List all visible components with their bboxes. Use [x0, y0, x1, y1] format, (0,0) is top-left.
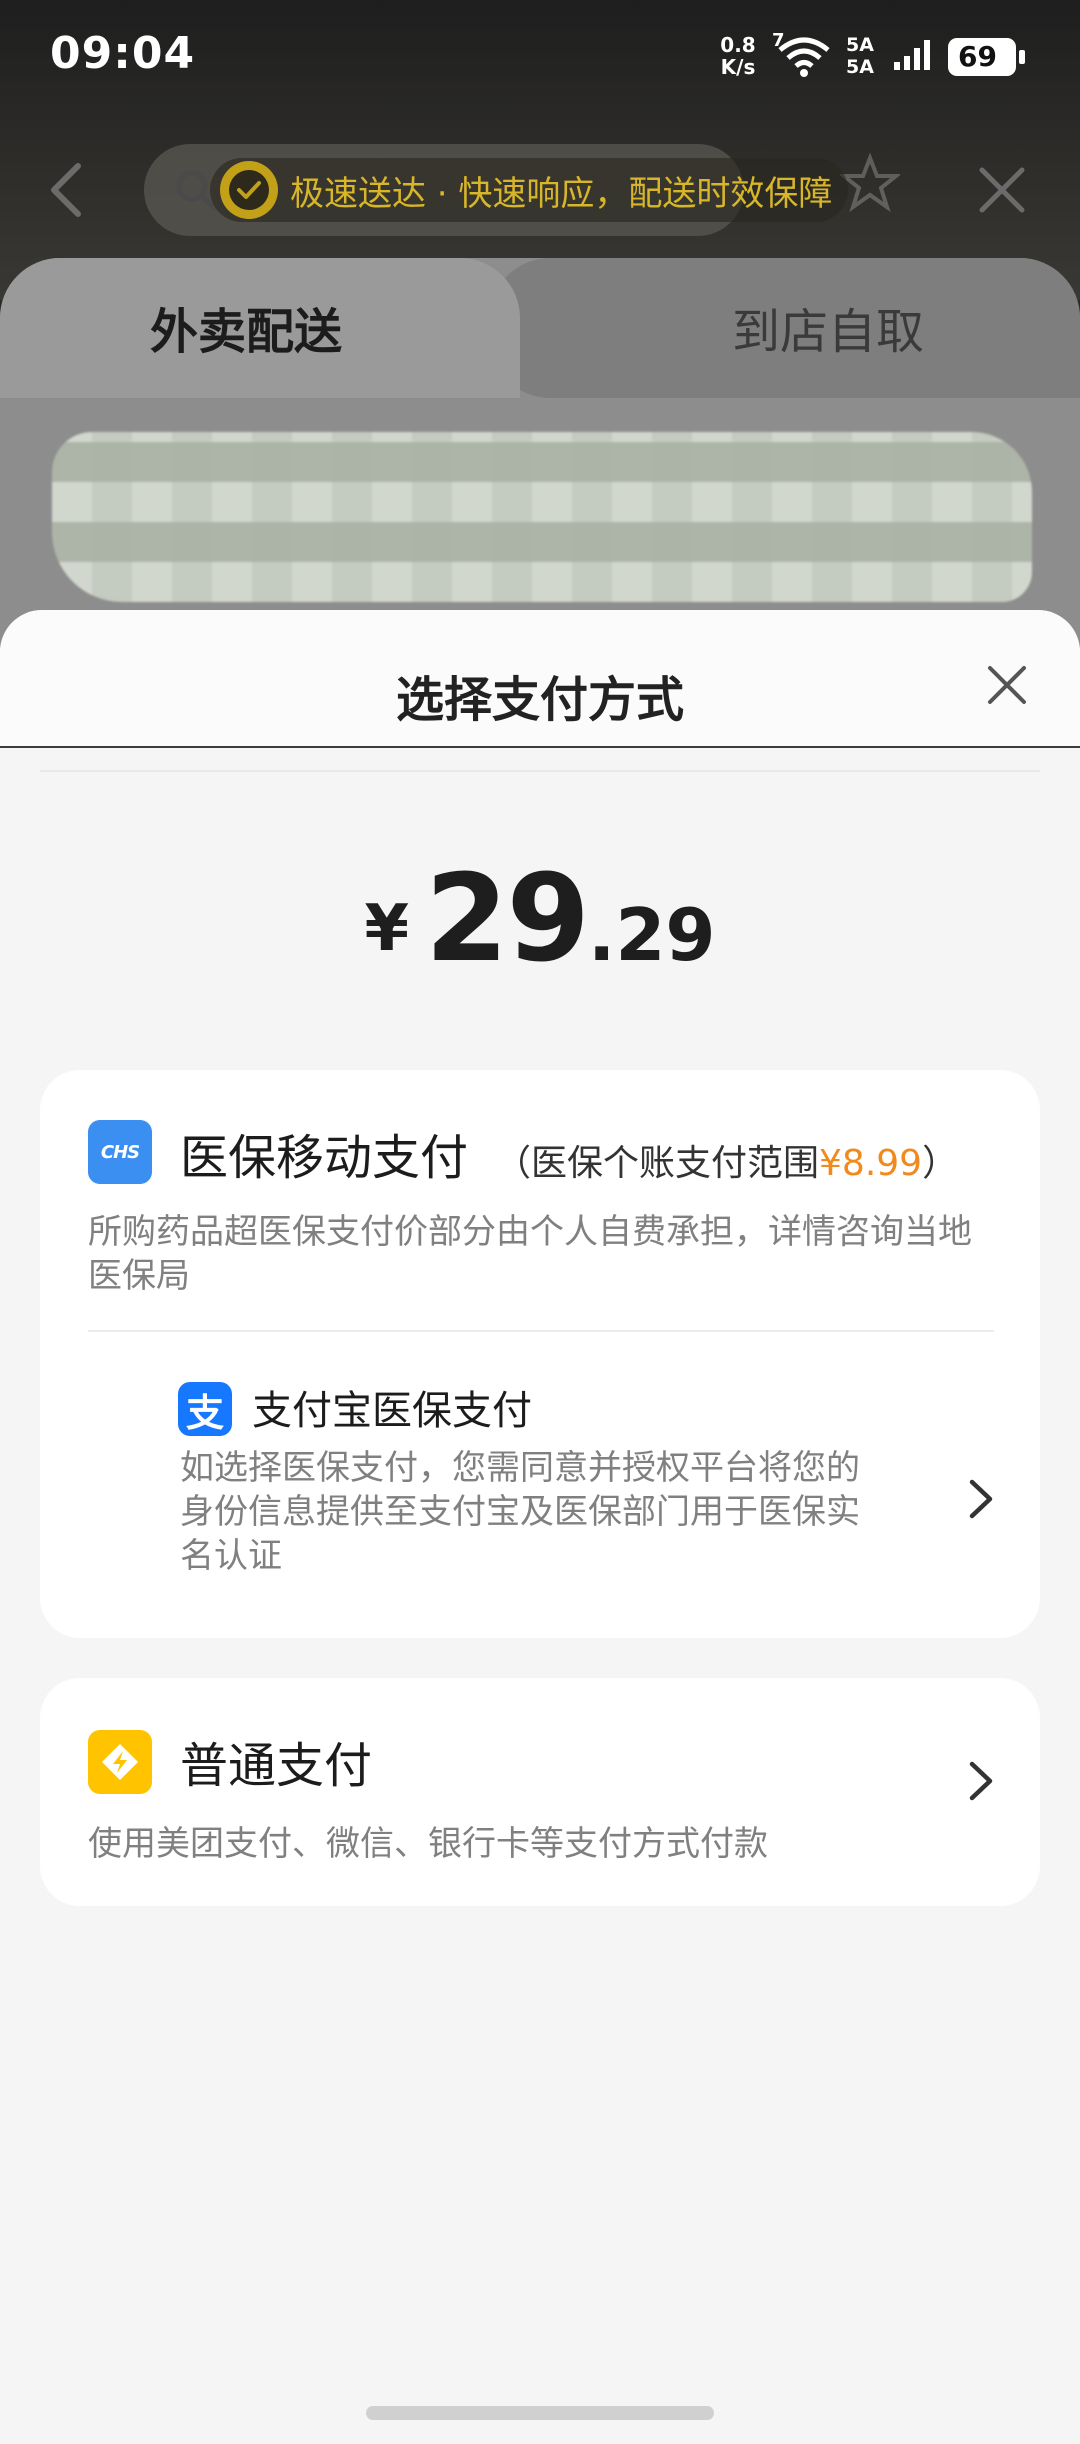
address-blurred — [52, 432, 1032, 602]
meituan-pay-icon — [88, 1730, 152, 1794]
wifi-icon: 7 — [772, 30, 834, 78]
check-badge-icon — [220, 161, 278, 219]
divider — [88, 1330, 994, 1332]
normal-payment-option[interactable]: 普通支付 使用美团支付、微信、银行卡等支付方式付款 — [40, 1678, 1040, 1906]
net-speed: 0.8 K/s — [716, 34, 760, 78]
normal-payment-description: 使用美团支付、微信、银行卡等支付方式付款 — [88, 1824, 768, 1864]
chevron-right-icon — [964, 1756, 998, 1806]
sim1-label: 5A — [846, 34, 874, 56]
battery-level: 69 — [958, 40, 997, 73]
tab-pickup: 到店自取 — [732, 304, 925, 360]
net-speed-unit: K/s — [720, 55, 756, 79]
medical-insurance-card: CHS 医保移动支付 （医保个账支付范围¥8.99） 所购药品超医保支付价部分由… — [40, 1070, 1040, 1638]
amount-integer: 29 — [424, 850, 590, 989]
normal-payment-title: 普通支付 — [180, 1738, 373, 1794]
status-bar: 09:04 0.8 K/s 7 5A 5A 69 — [0, 0, 1080, 110]
medical-insurance-title: 医保移动支付 — [180, 1130, 469, 1186]
alipay-insurance-description: 如选择医保支付，您需同意并授权平台将您的身份信息提供至支付宝及医保部门用于医保实… — [180, 1448, 860, 1576]
alipay-icon: 支 — [178, 1382, 232, 1436]
sheet-header: 选择支付方式 — [0, 610, 1080, 748]
amount-decimal: .29 — [587, 893, 716, 977]
signal-icon — [892, 36, 936, 76]
back-icon — [46, 160, 86, 220]
insurance-range-amount: ¥8.99 — [819, 1143, 923, 1184]
chs-icon-text: CHS — [100, 1141, 140, 1163]
home-indicator[interactable] — [366, 2406, 714, 2420]
insurance-range: （医保个账支付范围¥8.99） — [495, 1134, 958, 1186]
status-time: 09:04 — [50, 28, 196, 79]
divider — [40, 770, 1040, 772]
insurance-range-suffix: ） — [922, 1143, 959, 1184]
insurance-range-prefix: （医保个账支付范围 — [495, 1143, 820, 1184]
promo-banner: 极速送达 · 快速响应，配送时效保障 — [210, 158, 849, 222]
alipay-icon-text: 支 — [185, 1390, 224, 1435]
battery-icon: 69 — [948, 38, 1025, 76]
close-icon[interactable] — [984, 662, 1030, 708]
chs-icon: CHS — [88, 1120, 152, 1184]
alipay-insurance-title: 支付宝医保支付 — [252, 1388, 532, 1434]
wifi-label: 7 — [772, 30, 785, 51]
tab-delivery: 外卖配送 — [150, 304, 343, 360]
screen: 09:04 0.8 K/s 7 5A 5A 69 极速送达 · 快速响应，配送时… — [0, 0, 1080, 2444]
currency-symbol: ¥ — [364, 892, 409, 966]
chevron-right-icon — [964, 1474, 998, 1524]
sim-labels: 5A 5A — [846, 34, 874, 78]
medical-insurance-description: 所购药品超医保支付价部分由个人自费承担，详情咨询当地医保局 — [88, 1212, 972, 1296]
net-speed-value: 0.8 — [720, 33, 756, 57]
payment-sheet: 选择支付方式 ¥29.29 CHS 医保移动支付 （医保个账支付范围¥8.99）… — [0, 610, 1080, 2444]
promo-text: 极速送达 · 快速响应，配送时效保障 — [290, 173, 833, 214]
sheet-title: 选择支付方式 — [395, 672, 684, 728]
payment-amount: ¥29.29 — [0, 850, 1080, 989]
favorite-icon — [838, 152, 902, 213]
sim2-label: 5A — [846, 56, 874, 78]
close-page-icon — [976, 164, 1028, 216]
